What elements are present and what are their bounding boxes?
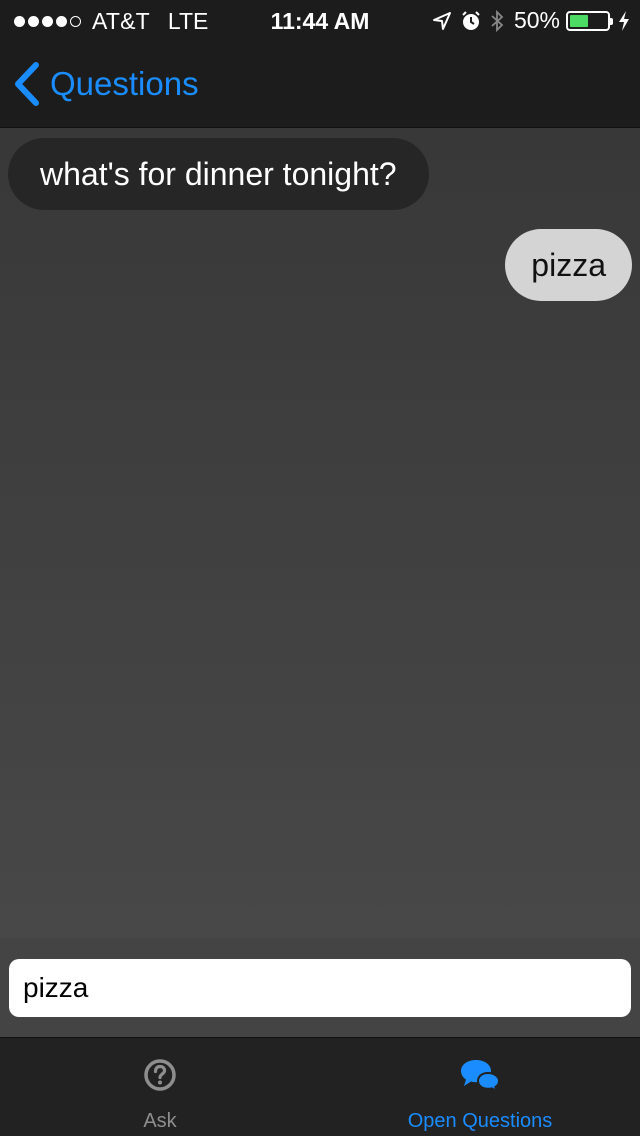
tab-bar: Ask Open Questions <box>0 1037 640 1136</box>
tab-open-questions[interactable]: Open Questions <box>320 1038 640 1136</box>
question-circle-icon <box>0 1058 320 1092</box>
input-bar <box>0 938 640 1037</box>
outgoing-message-bubble: pizza <box>505 229 632 301</box>
tab-ask-label: Ask <box>143 1110 177 1132</box>
tab-open-questions-label: Open Questions <box>407 1110 553 1132</box>
battery-icon <box>566 10 613 31</box>
battery-fill <box>570 14 588 27</box>
status-bar: AT&T LTE 11:44 AM 50% <box>0 0 640 40</box>
incoming-message-bubble: what's for dinner tonight? <box>8 138 429 210</box>
alarm-icon <box>460 10 482 32</box>
chevron-left-icon <box>14 62 40 106</box>
charging-bolt-icon <box>618 10 630 31</box>
back-button-label: Questions <box>50 65 199 102</box>
battery-percent: 50% <box>513 7 560 33</box>
chat-area[interactable]: what's for dinner tonight? pizza <box>0 128 640 938</box>
tab-ask[interactable]: Ask <box>0 1038 320 1136</box>
location-arrow-icon <box>432 11 452 31</box>
message-input[interactable] <box>9 959 631 1017</box>
back-button[interactable]: Questions <box>14 62 199 106</box>
navigation-bar: Questions <box>0 40 640 128</box>
screen: AT&T LTE 11:44 AM 50% Questions what's f… <box>0 0 640 1136</box>
status-right: 50% <box>424 7 630 34</box>
bluetooth-icon <box>490 9 504 33</box>
chat-bubbles-icon <box>320 1058 640 1092</box>
